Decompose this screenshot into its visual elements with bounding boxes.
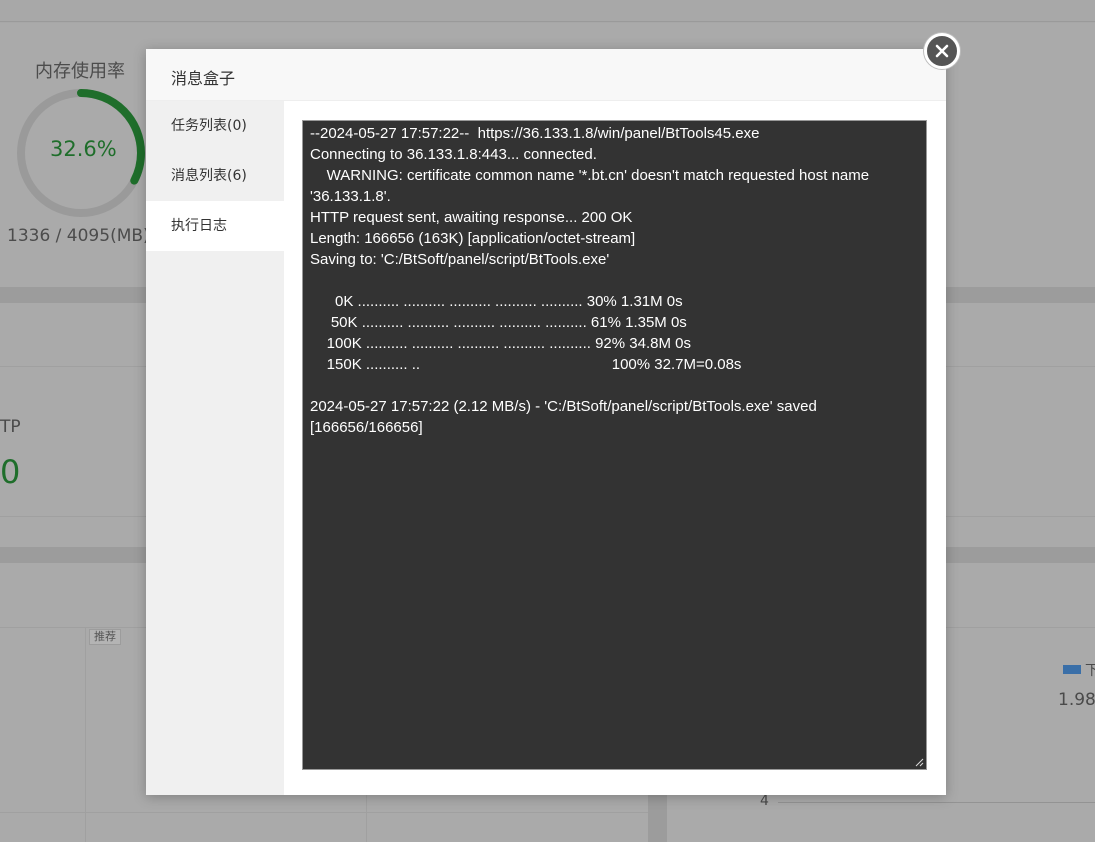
close-icon — [935, 44, 949, 58]
memory-usage-detail: 1336 / 4095(MB) — [7, 226, 150, 246]
legend-label: 下 — [1085, 663, 1095, 679]
chart-axis-line — [778, 802, 1095, 803]
tp-label: TP — [0, 417, 21, 437]
recommend-tag: 推荐 — [89, 629, 121, 645]
resize-grip-icon[interactable] — [915, 758, 924, 767]
tp-value: 0 — [0, 453, 21, 491]
message-box-modal: 消息盒子 任务列表(0) 消息列表(6) 执行日志 --2024-05-27 1… — [146, 33, 960, 795]
modal-sidebar: 任务列表(0) 消息列表(6) 执行日志 — [146, 101, 284, 795]
execution-log-text: --2024-05-27 17:57:22-- https://36.133.1… — [310, 125, 870, 436]
divider — [0, 516, 146, 517]
divider — [946, 516, 1095, 517]
axis-tick-label: 4 — [760, 793, 769, 809]
divider — [946, 366, 1095, 367]
modal-content: --2024-05-27 17:57:22-- https://36.133.1… — [284, 101, 946, 795]
divider — [85, 627, 86, 842]
top-strip — [0, 0, 1095, 22]
traffic-value: 1.98 — [1058, 690, 1095, 710]
tab-execution-log[interactable]: 执行日志 — [146, 201, 284, 251]
tab-task-list[interactable]: 任务列表(0) — [146, 101, 284, 151]
divider — [0, 366, 146, 367]
divider — [0, 812, 648, 813]
memory-usage-percent: 32.6% — [50, 137, 117, 161]
execution-log-textarea[interactable]: --2024-05-27 17:57:22-- https://36.133.1… — [302, 120, 927, 770]
tab-message-list[interactable]: 消息列表(6) — [146, 151, 284, 201]
modal-header: 消息盒子 — [146, 49, 946, 101]
modal-title: 消息盒子 — [171, 69, 236, 88]
memory-usage-title: 内存使用率 — [35, 61, 125, 82]
legend-swatch — [1063, 665, 1081, 674]
close-button[interactable] — [924, 33, 960, 69]
